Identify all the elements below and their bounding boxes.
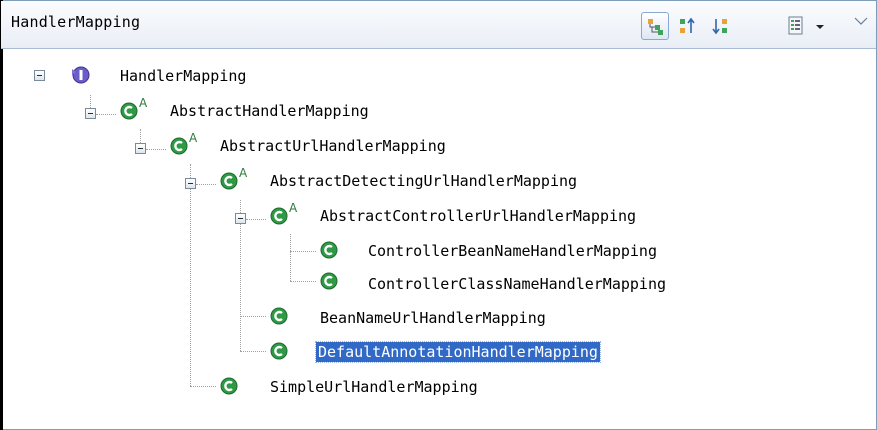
subtype-hierarchy-icon — [712, 19, 727, 35]
tree-guide — [196, 184, 216, 185]
layout-dropdown[interactable] — [811, 12, 831, 40]
tree-node-label[interactable]: AbstractControllerUrlHandlerMapping — [318, 206, 638, 226]
tree-node-label[interactable]: ControllerClassNameHandlerMapping — [366, 274, 668, 294]
view-title: HandlerMapping — [11, 13, 141, 31]
type-hierarchy-icon — [648, 19, 663, 35]
class-icon — [270, 307, 288, 325]
abstract-class-icon — [170, 137, 188, 155]
class-icon — [270, 342, 288, 360]
tree-node-label[interactable]: HandlerMapping — [118, 66, 248, 86]
supertype-hierarchy-icon — [680, 17, 695, 33]
tree-guide — [240, 316, 266, 317]
tree-node-label[interactable]: AbstractUrlHandlerMapping — [218, 136, 448, 156]
tree-guide — [90, 95, 91, 108]
tree-guide — [290, 251, 316, 252]
subtype-hierarchy-button[interactable] — [707, 12, 735, 40]
tree-guide — [290, 234, 291, 281]
tree-guide — [240, 351, 266, 352]
abstract-marker: A — [139, 96, 148, 110]
interface-icon — [72, 66, 90, 84]
dropdown-arrow-icon — [816, 25, 824, 29]
tree-node-label-selected[interactable]: DefaultAnnotationHandlerMapping — [315, 341, 601, 363]
collapse-toggle[interactable] — [34, 70, 45, 81]
class-icon — [320, 241, 338, 259]
tree-node-label[interactable]: ControllerBeanNameHandlerMapping — [366, 241, 659, 261]
type-hierarchy-button[interactable] — [641, 12, 669, 40]
type-hierarchy-tree: HandlerMapping A AbstractHandlerMapping … — [0, 48, 877, 428]
view-menu-button[interactable] — [849, 12, 873, 40]
tree-guide — [290, 281, 316, 282]
tree-guide — [140, 129, 141, 143]
supertype-hierarchy-button[interactable] — [674, 12, 702, 40]
tree-node-label[interactable]: AbstractDetectingUrlHandlerMapping — [268, 171, 579, 191]
collapse-toggle[interactable] — [135, 143, 146, 154]
layout-button[interactable] — [783, 12, 811, 40]
tree-node-label[interactable]: SimpleUrlHandlerMapping — [268, 377, 480, 397]
class-icon — [320, 272, 338, 290]
collapse-toggle[interactable] — [185, 178, 196, 189]
abstract-marker: A — [289, 201, 298, 215]
tree-guide — [190, 386, 216, 387]
view-menu-icon — [854, 17, 868, 25]
collapse-toggle[interactable] — [235, 213, 246, 224]
view-header: HandlerMapping — [1, 1, 876, 49]
tree-guide — [246, 219, 266, 220]
tree-node-label[interactable]: BeanNameUrlHandlerMapping — [318, 308, 548, 328]
abstract-marker: A — [189, 131, 198, 145]
collapse-toggle[interactable] — [85, 108, 96, 119]
abstract-class-icon — [220, 172, 238, 190]
class-icon — [220, 377, 238, 395]
tree-guide — [96, 114, 116, 115]
abstract-marker: A — [239, 166, 248, 180]
tree-guide — [146, 149, 166, 150]
abstract-class-icon — [270, 207, 288, 225]
layout-icon — [788, 16, 803, 35]
abstract-class-icon — [120, 102, 138, 120]
tree-node-label[interactable]: AbstractHandlerMapping — [168, 101, 371, 121]
tree-guide — [190, 164, 191, 386]
